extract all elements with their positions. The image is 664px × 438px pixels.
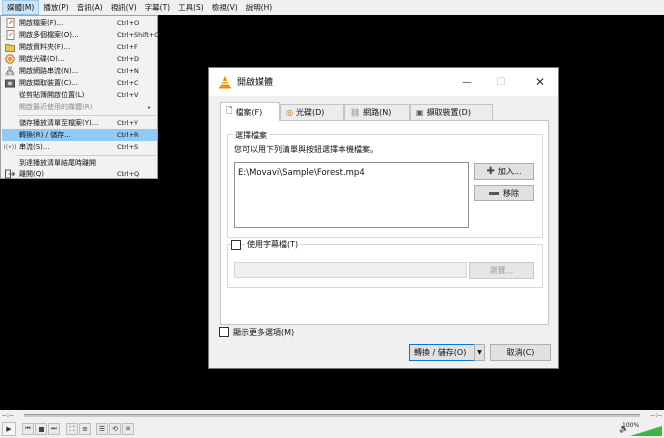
shuffle-icon: ✕: [125, 425, 131, 433]
previous-button[interactable]: ⏮: [22, 423, 34, 435]
dialog-titlebar[interactable]: 開啟媒體 — ☐ ✕: [209, 68, 558, 96]
disc-icon: ◎: [286, 108, 293, 117]
file-list-item[interactable]: E:\Movavi\Sample\Forest.mp4: [238, 168, 365, 178]
menu-subtitle[interactable]: 字幕(T): [141, 0, 174, 15]
subtitle-checkbox-label[interactable]: 使用字幕檔(T): [245, 239, 301, 250]
menu-separator: [17, 115, 156, 116]
menu-video[interactable]: 視訊(V): [107, 0, 141, 15]
media-menu-dropdown: 開啟檔案(F)... Ctrl+O 開啟多個檔案(O)... Ctrl+Shif…: [0, 15, 159, 180]
menu-playback[interactable]: 播放(P): [39, 0, 72, 15]
tab-network[interactable]: ⛓ 網路(N): [344, 104, 410, 120]
plus-icon: ✚: [486, 166, 495, 177]
file-group-title: 選擇檔案: [233, 130, 269, 141]
next-icon: ⏭: [51, 425, 57, 432]
menu-bar: 媒體(M) 播放(P) 音訊(A) 視訊(V) 字幕(T) 工具(S) 檢視(V…: [0, 0, 664, 15]
file-icon: 🗋: [226, 106, 233, 115]
menu-item-open-folder[interactable]: 開啟資料夾(F)... Ctrl+F: [2, 41, 157, 53]
open-multiple-files-icon: [4, 30, 16, 40]
tab-file[interactable]: 🗋 檔案(F): [220, 102, 280, 121]
menu-item-quit[interactable]: 離開(Q) Ctrl+Q: [2, 168, 157, 180]
open-file-icon: [4, 18, 16, 28]
settings-sliders-icon: ≡: [82, 425, 88, 433]
menu-item-convert-save[interactable]: 轉換(R) / 儲存... Ctrl+R: [2, 129, 157, 141]
submenu-arrow-icon: ▸: [147, 103, 151, 111]
close-icon[interactable]: ✕: [527, 72, 553, 92]
stop-button[interactable]: [35, 423, 47, 435]
fullscreen-icon: ⛶: [69, 424, 75, 433]
file-description: 您可以用下列清單與按鈕選擇本機檔案。: [234, 145, 378, 154]
menu-item-save-playlist[interactable]: 儲存播放清單至檔案(Y)... Ctrl+Y: [2, 117, 157, 129]
menu-item-open-network[interactable]: 開啟網路串流(N)... Ctrl+N: [2, 65, 157, 77]
play-icon: ▶: [6, 425, 12, 433]
menu-item-stream[interactable]: ((•)) 串流(S)... Ctrl+S: [2, 141, 157, 153]
subtitle-checkbox[interactable]: [231, 240, 241, 250]
menu-tools[interactable]: 工具(S): [174, 0, 208, 15]
loop-button[interactable]: ⟲: [109, 423, 121, 435]
maximize-icon: ☐: [496, 76, 506, 88]
minus-icon: [489, 191, 499, 195]
capture-device-icon: [4, 78, 16, 88]
extended-settings-button[interactable]: ≡: [79, 423, 91, 435]
more-options-checkbox[interactable]: [219, 327, 229, 337]
menu-help[interactable]: 說明(H): [242, 0, 277, 15]
stream-icon: ((•)): [3, 143, 17, 151]
menu-view[interactable]: 檢視(V): [208, 0, 242, 15]
playback-controls: ▶ ⏮ ⏭ ⛶ ≡ ☰ ⟲ ✕ 🔈 100%: [0, 421, 664, 438]
playlist-button[interactable]: ☰: [96, 423, 108, 435]
subtitle-file-input: [234, 262, 467, 278]
playlist-icon: ☰: [98, 425, 106, 433]
cancel-button[interactable]: 取消(C): [490, 344, 551, 361]
volume-slider[interactable]: [630, 426, 662, 436]
browse-subtitle-button: 瀏覽...: [469, 262, 534, 279]
menu-separator: [17, 155, 156, 156]
elapsed-time: --:--: [2, 411, 14, 419]
tab-capture-device[interactable]: ▣ 擷取裝置(D): [410, 104, 493, 120]
menu-media[interactable]: 媒體(M): [2, 0, 40, 15]
convert-save-button[interactable]: 轉換 / 儲存(O): [409, 344, 484, 361]
convert-dropdown-arrow-icon[interactable]: ▼: [474, 344, 485, 361]
file-tab-panel: 選擇檔案 您可以用下列清單與按鈕選擇本機檔案。 E:\Movavi\Sample…: [220, 120, 549, 325]
network-icon: ⛓: [350, 108, 361, 117]
vlc-cone-icon: [218, 75, 232, 89]
menu-item-open-capture[interactable]: 開啟擷取裝置(C)... Ctrl+C: [2, 77, 157, 89]
subtitle-group: 使用字幕檔(T) 瀏覽...: [227, 239, 543, 288]
open-media-dialog: 開啟媒體 — ☐ ✕ 🗋 檔案(F) ◎ 光碟(D) ⛓ 網路(N) ▣ 擷取裝…: [208, 67, 559, 369]
add-file-button[interactable]: ✚ 加入...: [474, 163, 534, 180]
file-list[interactable]: E:\Movavi\Sample\Forest.mp4: [234, 162, 469, 228]
loop-icon: ⟲: [112, 425, 118, 433]
quit-icon: [4, 169, 16, 179]
disc-icon: [4, 54, 16, 64]
menu-item-recent-media[interactable]: 開啟最近使用的媒體(R) ▸: [2, 101, 157, 113]
folder-icon: [4, 42, 16, 52]
minimize-icon[interactable]: —: [454, 72, 480, 92]
capture-device-icon: ▣: [416, 108, 424, 117]
play-button[interactable]: ▶: [2, 422, 16, 436]
dialog-title: 開啟媒體: [237, 78, 274, 88]
shuffle-button[interactable]: ✕: [122, 423, 134, 435]
menu-item-open-disc[interactable]: 開啟光碟(D)... Ctrl+D: [2, 53, 157, 65]
file-selection-group: 選擇檔案 您可以用下列清單與按鈕選擇本機檔案。 E:\Movavi\Sample…: [227, 130, 543, 238]
total-time: --:--: [650, 411, 662, 419]
vlc-main-window: 媒體(M) 播放(P) 音訊(A) 視訊(V) 字幕(T) 工具(S) 檢視(V…: [0, 0, 664, 438]
menu-item-open-clipboard[interactable]: 從剪貼簿開啟位置(L) Ctrl+V: [2, 89, 157, 101]
seek-slider[interactable]: [24, 414, 640, 417]
next-button[interactable]: ⏭: [48, 423, 60, 435]
network-icon: [4, 66, 16, 76]
menu-audio[interactable]: 音訊(A): [73, 0, 107, 15]
menu-item-open-multiple-files[interactable]: 開啟多個檔案(O)... Ctrl+Shift+O: [2, 29, 159, 41]
stop-icon: [38, 426, 44, 432]
previous-icon: ⏮: [25, 425, 31, 432]
fullscreen-button[interactable]: ⛶: [66, 423, 78, 435]
menu-item-open-file[interactable]: 開啟檔案(F)... Ctrl+O: [2, 17, 157, 29]
remove-file-button[interactable]: 移除: [474, 185, 534, 201]
tab-disc[interactable]: ◎ 光碟(D): [280, 104, 344, 120]
more-options-label[interactable]: 顯示更多選項(M): [233, 327, 294, 338]
seek-bar-area: --:-- --:--: [0, 410, 664, 421]
